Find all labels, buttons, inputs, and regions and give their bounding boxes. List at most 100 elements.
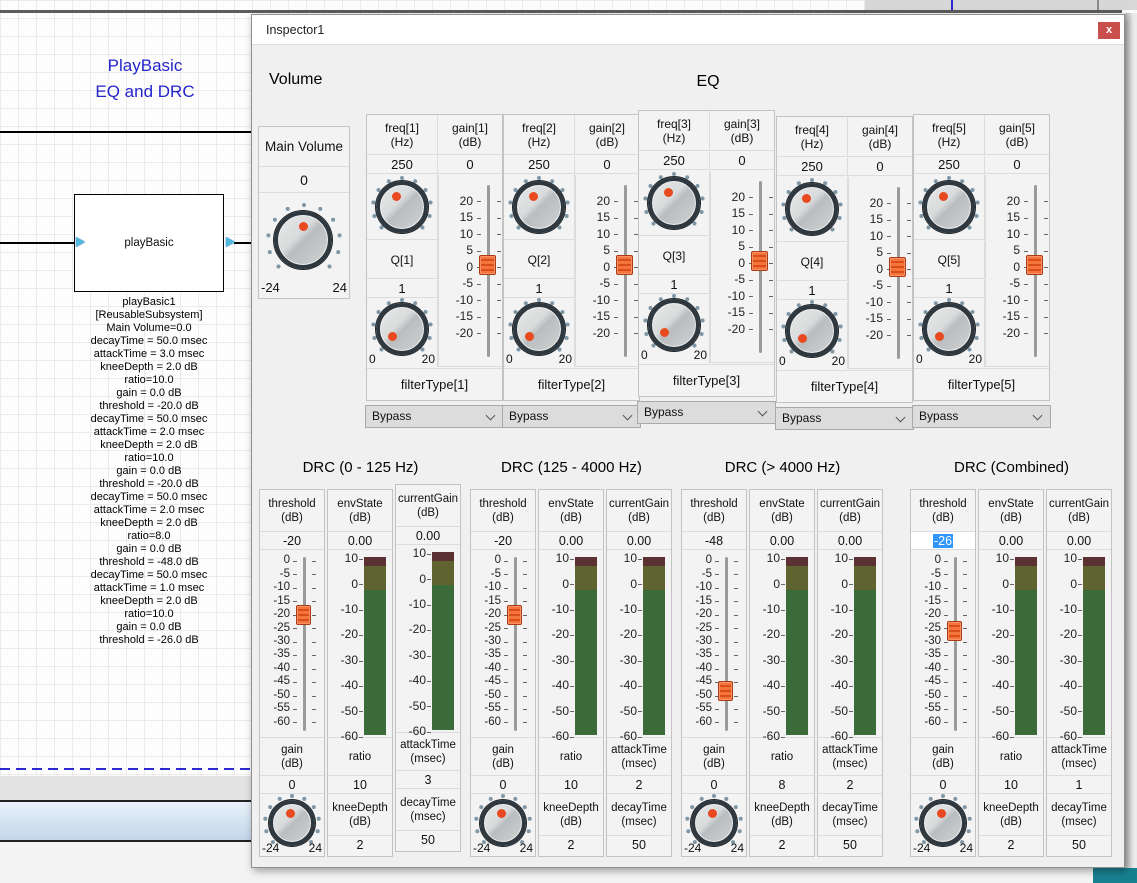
gain-value[interactable]: 0: [985, 156, 1049, 174]
main-volume-label: Main Volume: [259, 127, 349, 167]
freq-value[interactable]: 250: [914, 156, 985, 174]
ratio-value[interactable]: 8: [750, 776, 814, 794]
scale-label: -55: [911, 702, 941, 715]
attacktime-value[interactable]: 1: [1047, 776, 1111, 794]
knob-indicator: [664, 188, 673, 197]
gain-value[interactable]: 0: [682, 776, 746, 794]
threshold-slider-handle[interactable]: [296, 605, 311, 625]
scale-label: -50: [979, 699, 1009, 724]
kneedepth-value[interactable]: 2: [539, 836, 603, 854]
kneedepth-header: kneeDepth (dB): [750, 794, 814, 836]
q-value[interactable]: 1: [777, 282, 848, 300]
meter-scale: 10 0 -10 -20 -30 -40 -50 -60: [607, 546, 641, 749]
inspector-titlebar[interactable]: Inspector1 x: [252, 15, 1124, 45]
kneedepth-value[interactable]: 2: [328, 836, 392, 854]
filter-type-dropdown[interactable]: Bypass: [502, 405, 641, 428]
gain-knob[interactable]: [920, 800, 966, 846]
freq-knob[interactable]: [648, 177, 700, 229]
freq-knob[interactable]: [513, 181, 565, 233]
threshold-slider-handle[interactable]: [947, 621, 962, 641]
gain-slider-handle[interactable]: [1026, 255, 1043, 275]
q-value[interactable]: 1: [367, 280, 438, 298]
filter-type-dropdown[interactable]: Bypass: [365, 405, 504, 428]
decaytime-value[interactable]: 50: [818, 836, 882, 854]
gain-value[interactable]: 0: [260, 776, 324, 794]
decaytime-value[interactable]: 50: [1047, 836, 1111, 854]
filter-type-dropdown[interactable]: Bypass: [637, 401, 776, 424]
gain-value[interactable]: 0: [575, 156, 639, 174]
ratio-value[interactable]: 10: [328, 776, 392, 794]
decaytime-value[interactable]: 50: [607, 836, 671, 854]
decaytime-value[interactable]: 50: [396, 831, 460, 849]
attacktime-value[interactable]: 3: [396, 771, 460, 789]
freq-knob[interactable]: [376, 181, 428, 233]
meter-bar: [432, 552, 454, 730]
gain-knob[interactable]: [480, 800, 526, 846]
slider-track[interactable]: [514, 557, 517, 731]
slider-track[interactable]: [954, 557, 957, 731]
scale-label: -45: [682, 675, 712, 688]
freq-value[interactable]: 250: [367, 156, 438, 174]
gain-value[interactable]: 0: [471, 776, 535, 794]
q-knob[interactable]: [513, 303, 565, 355]
main-volume-value[interactable]: 0: [259, 167, 349, 193]
filter-type-label: filterType[3]: [639, 364, 774, 396]
q-value[interactable]: 1: [504, 280, 575, 298]
filter-type-dropdown[interactable]: Bypass: [912, 405, 1051, 428]
threshold-slider: 0 -5 -10 -15 -20 -25 -30 -35 -40 -45 -50: [911, 550, 975, 738]
freq-value[interactable]: 250: [504, 156, 575, 174]
gain-value[interactable]: 0: [710, 152, 774, 170]
threshold-value-field[interactable]: -20: [260, 532, 324, 550]
annotation-line: decayTime = 50.0 msec: [29, 335, 269, 348]
freq-value[interactable]: 250: [777, 158, 848, 176]
gain-slider-handle[interactable]: [479, 255, 496, 275]
freq-knob[interactable]: [923, 181, 975, 233]
ratio-value[interactable]: 10: [979, 776, 1043, 794]
q-knob[interactable]: [648, 299, 700, 351]
kneedepth-value[interactable]: 2: [979, 836, 1043, 854]
gain-slider-handle[interactable]: [751, 251, 768, 271]
filter-type-dropdown[interactable]: Bypass: [775, 407, 914, 430]
threshold-value-field[interactable]: -26: [911, 532, 975, 550]
threshold-value-field[interactable]: -48: [682, 532, 746, 550]
gain-value[interactable]: 0: [848, 158, 912, 176]
gain-header: gain[2] (dB): [575, 115, 639, 155]
gain-knob[interactable]: [691, 800, 737, 846]
annotation-line: attackTime = 2.0 msec: [29, 426, 269, 439]
gain-slider-handle[interactable]: [889, 257, 906, 277]
drc-section: DRC (125 - 4000 Hz) threshold (dB) -20 0: [470, 456, 673, 857]
attacktime-value[interactable]: 2: [818, 776, 882, 794]
threshold-slider-handle[interactable]: [507, 605, 522, 625]
playbasic-block[interactable]: playBasic: [74, 194, 224, 292]
kneedepth-value[interactable]: 2: [750, 836, 814, 854]
gain-label: gain[4]: [862, 123, 898, 137]
gain-value[interactable]: 0: [438, 156, 502, 174]
freq-knob[interactable]: [786, 183, 838, 235]
main-volume-knob[interactable]: [274, 211, 332, 269]
q-knob[interactable]: [786, 305, 838, 357]
close-button[interactable]: x: [1098, 22, 1120, 39]
slider-track[interactable]: [303, 557, 306, 731]
ratio-value[interactable]: 10: [539, 776, 603, 794]
threshold-value-field[interactable]: -20: [471, 532, 535, 550]
annotation-line: gain = 0.0 dB: [29, 621, 269, 634]
decaytime-unit: (msec): [621, 815, 656, 829]
attacktime-value[interactable]: 2: [607, 776, 671, 794]
currentgain-column: currentGain (dB) 0.00 10 0 -10 -20: [395, 484, 461, 852]
gain-knob[interactable]: [269, 800, 315, 846]
gain-slider-handle[interactable]: [616, 255, 633, 275]
q-value[interactable]: 1: [914, 280, 985, 298]
scale-label: 0: [818, 572, 848, 597]
q-knob[interactable]: [923, 303, 975, 355]
attacktime-unit: (msec): [621, 757, 656, 771]
freq-knob-cell: [639, 171, 710, 236]
freq-value[interactable]: 250: [639, 152, 710, 170]
chevron-down-icon: [896, 413, 906, 423]
q-knob[interactable]: [376, 303, 428, 355]
knob-max-label: 20: [559, 352, 572, 366]
q-value-text: 1: [808, 283, 815, 298]
threshold-slider-handle[interactable]: [718, 681, 733, 701]
gain-value[interactable]: 0: [911, 776, 975, 794]
slider-track[interactable]: [725, 557, 728, 731]
q-value[interactable]: 1: [639, 276, 710, 294]
